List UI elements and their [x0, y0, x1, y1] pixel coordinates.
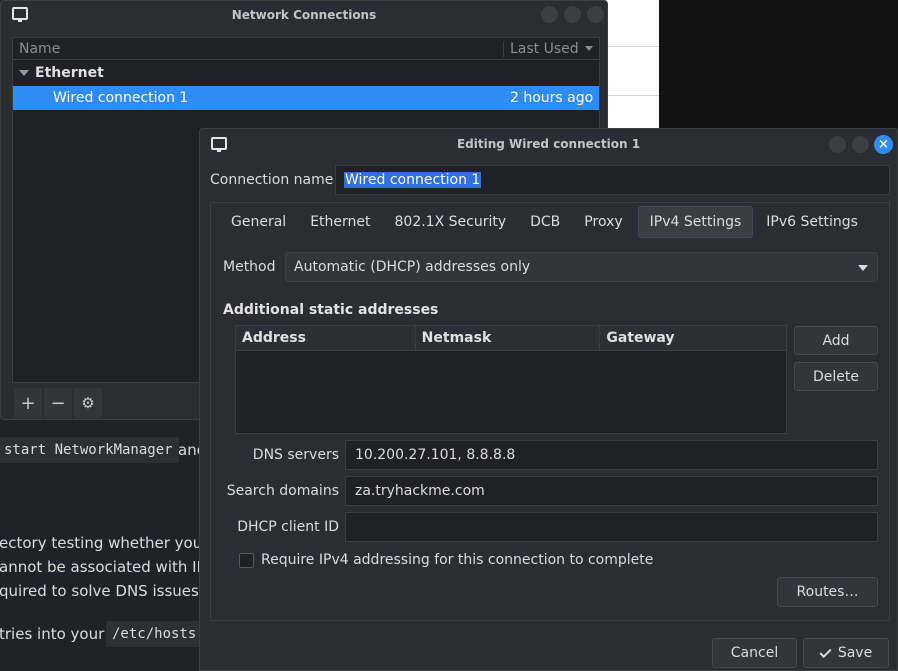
- background-text-line: ectory testing whether you: [0, 534, 203, 552]
- tab-8021x-security[interactable]: 802.1X Security: [384, 206, 518, 238]
- delete-address-button[interactable]: Delete: [794, 362, 878, 391]
- chevron-down-icon: [858, 265, 868, 271]
- checkmark-icon: [819, 645, 832, 658]
- search-domains-input[interactable]: za.tryhackme.com: [345, 476, 878, 506]
- gear-icon[interactable]: ⚙: [73, 387, 103, 419]
- dialog-title: Editing Wired connection 1: [456, 137, 641, 151]
- title-bar: Editing Wired connection 1 ×: [200, 129, 897, 159]
- add-address-button[interactable]: Add: [794, 326, 878, 355]
- method-value: Automatic (DHCP) addresses only: [294, 259, 531, 275]
- close-button[interactable]: [586, 5, 605, 24]
- close-button[interactable]: ×: [874, 135, 893, 154]
- additional-addresses-header: Additional static addresses: [223, 302, 439, 318]
- require-ipv4-checkbox[interactable]: [239, 552, 254, 568]
- title-bar: Network Connections: [1, 1, 607, 29]
- background-text-line: tries into your: [0, 625, 105, 643]
- tab-ethernet[interactable]: Ethernet: [299, 206, 381, 238]
- background-text-line: annot be associated with IPs: [0, 558, 214, 576]
- tab-ipv6-settings[interactable]: IPv6 Settings: [755, 206, 869, 238]
- tab-general[interactable]: General: [220, 206, 297, 238]
- dhcp-client-id-input[interactable]: [345, 512, 878, 542]
- settings-tabs: General Ethernet 802.1X Security DCB Pro…: [210, 202, 890, 242]
- maximize-button[interactable]: [851, 135, 870, 154]
- connection-name-input[interactable]: Wired connection 1: [335, 165, 890, 195]
- method-label: Method: [223, 259, 276, 275]
- window-title: Network Connections: [231, 8, 377, 22]
- ipv4-settings-panel: Method Automatic (DHCP) addresses only A…: [210, 241, 890, 621]
- routes-button[interactable]: Routes…: [777, 577, 878, 607]
- tab-dcb[interactable]: DCB: [519, 206, 571, 238]
- address-table: Address Netmask Gateway: [235, 325, 787, 434]
- minimize-button[interactable]: [540, 5, 559, 24]
- connection-name-row: Connection name Wired connection 1: [210, 165, 890, 195]
- save-button[interactable]: Save: [803, 638, 889, 668]
- cancel-button[interactable]: Cancel: [712, 638, 797, 668]
- method-select[interactable]: Automatic (DHCP) addresses only: [285, 252, 878, 282]
- require-ipv4-row[interactable]: Require IPv4 addressing for this connect…: [239, 552, 653, 568]
- address-table-header: Address Netmask Gateway: [236, 326, 786, 351]
- connection-name: Wired connection 1: [53, 90, 189, 106]
- list-header: Name Last Used: [13, 38, 599, 60]
- dns-servers-input[interactable]: 10.200.27.101, 8.8.8.8: [345, 440, 878, 470]
- window-icon: [12, 7, 28, 22]
- maximize-button[interactable]: [563, 5, 582, 24]
- dns-servers-label: DNS servers: [252, 447, 339, 463]
- list-toolbar: + − ⚙: [13, 387, 105, 419]
- sort-down-icon: [584, 46, 593, 51]
- column-header-gateway[interactable]: Gateway: [600, 326, 786, 350]
- remove-connection-button[interactable]: −: [43, 387, 73, 419]
- require-ipv4-label: Require IPv4 addressing for this connect…: [261, 552, 654, 568]
- connection-last-used: 2 hours ago: [510, 90, 594, 106]
- tab-proxy[interactable]: Proxy: [573, 206, 633, 238]
- window-icon: [211, 137, 227, 152]
- minimize-button[interactable]: [828, 135, 847, 154]
- background-dark-panel: [659, 0, 898, 128]
- background-white-panel: [605, 0, 659, 128]
- column-header-name[interactable]: Name: [13, 41, 503, 57]
- column-header-netmask[interactable]: Netmask: [416, 326, 601, 350]
- background-code-snippet: start NetworkManager: [0, 437, 179, 463]
- list-item[interactable]: Wired connection 1 2 hours ago: [13, 86, 599, 110]
- search-domains-label: Search domains: [226, 483, 339, 499]
- tab-ipv4-settings[interactable]: IPv4 Settings: [637, 206, 754, 238]
- list-group-ethernet[interactable]: Ethernet: [13, 60, 599, 86]
- dhcp-client-id-label: DHCP client ID: [237, 519, 339, 535]
- connection-name-label: Connection name: [210, 172, 334, 188]
- connection-name-value: Wired connection 1: [344, 172, 482, 188]
- column-header-address[interactable]: Address: [236, 326, 416, 350]
- expander-down-icon[interactable]: [19, 70, 29, 76]
- background-text-line: quired to solve DNS issues.: [0, 582, 204, 600]
- background-code-snippet: /etc/hosts: [106, 621, 203, 647]
- column-header-last-used[interactable]: Last Used: [503, 40, 599, 57]
- add-connection-button[interactable]: +: [13, 387, 43, 419]
- editing-connection-dialog: Editing Wired connection 1 × Connection …: [199, 128, 898, 671]
